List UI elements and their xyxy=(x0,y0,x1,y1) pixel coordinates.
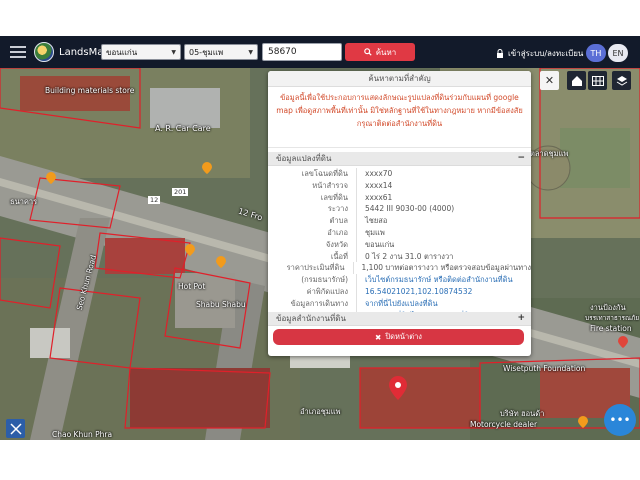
map-label: ธนาคาร xyxy=(10,197,38,206)
row-value: xxxx61 xyxy=(365,192,393,202)
row-value: 5442 III 9030-00 (4000) xyxy=(365,204,455,214)
row-key: ตำบล xyxy=(268,215,357,227)
poi-marker-icon[interactable] xyxy=(185,244,195,256)
close-window-button[interactable]: ✖ ปิดหน้าต่าง xyxy=(273,329,524,345)
parcel-info-row: ระวาง 5442 III 9030-00 (4000) xyxy=(268,203,531,216)
map-label: บรรเทาสาธารณภัย xyxy=(585,314,640,322)
row-link[interactable]: 16.54021021,102.10874532 xyxy=(357,286,472,298)
parcel-info-row: ข้อมูลการเดินทาง จากที่นี่ไปยังแปลงที่ดิน xyxy=(268,297,531,310)
measure-tool-icon[interactable] xyxy=(6,419,25,438)
road-shield: 12 xyxy=(148,196,161,204)
more-options-button[interactable]: ••• xyxy=(604,404,636,436)
poi-marker-icon[interactable] xyxy=(202,162,212,174)
close-window-label: ปิดหน้าต่าง xyxy=(385,332,422,341)
menu-icon[interactable] xyxy=(10,46,26,58)
map-label: A. R. Car Care xyxy=(155,124,211,133)
row-key: จังหวัด xyxy=(268,238,357,251)
map-label: Shabu Shabu xyxy=(196,300,246,309)
parcel-info-table: เลขโฉนดที่ดิน xxxx70 หน้าสำรวจ xxxx14 เลขที่… xyxy=(268,166,531,322)
row-value: 1,100 บาทต่อตารางวา หรือตรวจสอบข้อมูลผ่า… xyxy=(361,263,531,273)
lang-en-button[interactable]: EN xyxy=(608,44,628,62)
map-label: Motorcycle dealer xyxy=(470,420,538,429)
row-link[interactable]: จากที่นี่ไปยังแปลงที่ดิน xyxy=(357,298,438,310)
parcel-info-row: ราคาประเมินที่ดิน 1,100 บาทต่อตารางวา หรื… xyxy=(268,262,531,275)
row-key: ราคาประเมินที่ดิน xyxy=(268,262,354,275)
section-land-office-header[interactable]: ข้อมูลสำนักงานที่ดิน + xyxy=(268,312,531,326)
row-value: ชุมแพ xyxy=(365,227,385,237)
poi-marker-icon[interactable] xyxy=(578,416,588,428)
province-select-value: ขอนแก่น xyxy=(106,47,138,57)
section-parcel-info-header[interactable]: ข้อมูลแปลงที่ดิน − xyxy=(268,152,531,166)
province-select[interactable]: ขอนแก่น ▼ xyxy=(101,44,181,60)
parcel-location-marker-icon[interactable] xyxy=(389,376,407,400)
grid-icon[interactable] xyxy=(588,71,607,90)
road-shield: 201 xyxy=(172,188,189,196)
section-title: ข้อมูลแปลงที่ดิน xyxy=(276,154,332,163)
lang-th-button[interactable]: TH xyxy=(586,44,606,62)
row-key: เลขโฉนดที่ดิน xyxy=(268,168,357,180)
collapse-icon[interactable]: − xyxy=(517,152,525,165)
expand-icon[interactable]: + xyxy=(517,312,525,325)
row-key: ข้อมูลการเดินทาง xyxy=(268,297,357,310)
row-value: 0 ไร่ 2 งาน 31.0 ตารางวา xyxy=(365,251,454,261)
chevron-down-icon: ▼ xyxy=(248,49,253,56)
login-link[interactable]: เข้าสู่ระบบ/ลงทะเบียน xyxy=(496,47,583,60)
row-key: (กรมธนารักษ์) xyxy=(268,274,357,286)
search-icon xyxy=(363,48,372,56)
parcel-info-row: (กรมธนารักษ์) เว็บไซต์กรมธนารักษ์ หรือติด… xyxy=(268,274,531,286)
parcel-number-input[interactable]: 58670 xyxy=(262,43,342,61)
parcel-info-row: ค่าพิกัดแปลง 16.54021021,102.10874532 xyxy=(268,285,531,298)
map-label: Building materials store xyxy=(45,86,135,95)
footer-area xyxy=(0,440,640,480)
search-button[interactable]: ค้นหา xyxy=(345,43,415,61)
row-key: เนื้อที่ xyxy=(268,250,357,263)
row-link[interactable]: เว็บไซต์กรมธนารักษ์ หรือติดต่อสำนักงานที… xyxy=(357,274,513,286)
poi-marker-icon[interactable] xyxy=(618,336,628,348)
poi-marker-icon[interactable] xyxy=(46,172,56,184)
row-value: ขอนแก่น xyxy=(365,239,395,249)
parcel-info-row: ตำบล ไชยสอ xyxy=(268,215,531,227)
row-value: xxxx70 xyxy=(365,169,393,178)
district-select-value: 05-ชุมแพ xyxy=(189,47,224,57)
parcel-info-row: อำเภอ ชุมแพ xyxy=(268,226,531,239)
map-label: Hot Pot xyxy=(178,282,206,291)
search-label: ค้นหา xyxy=(375,47,397,57)
row-key: ระวาง xyxy=(268,203,357,216)
close-icon: ✖ xyxy=(375,332,382,342)
login-label: เข้าสู่ระบบ/ลงทะเบียน xyxy=(508,49,584,58)
row-key: ค่าพิกัดแปลง xyxy=(268,285,357,298)
parcel-info-row: เลขโฉนดที่ดิน xxxx70 xyxy=(268,168,531,180)
close-panel-icon[interactable]: ✕ xyxy=(540,71,559,90)
poi-marker-icon[interactable] xyxy=(216,256,226,268)
home-icon[interactable] xyxy=(567,71,586,90)
district-select[interactable]: 05-ชุมแพ ▼ xyxy=(184,44,258,60)
map-label: Chao Khun Phra xyxy=(52,430,113,439)
row-key: อำเภอ xyxy=(268,226,357,239)
map-label: Wisetputh Foundation xyxy=(503,364,586,373)
map-label: Fire station xyxy=(590,324,632,333)
parcel-info-row: หน้าสำรวจ xxxx14 xyxy=(268,179,531,192)
row-key: เลขที่ดิน xyxy=(268,191,357,204)
parcel-info-row: เนื้อที่ 0 ไร่ 2 งาน 31.0 ตารางวา xyxy=(268,250,531,263)
panel-disclaimer: ข้อมูลนี้เพื่อใช้ประกอบการแสดงลักษณะรูปแ… xyxy=(268,87,531,148)
row-value: ไชยสอ xyxy=(365,216,388,226)
parcel-info-row: เลขที่ดิน xxxx61 xyxy=(268,191,531,204)
map-label: บริษัท ฮอนด้า xyxy=(500,409,545,418)
panel-title: ค้นหาตามที่สำคัญ xyxy=(268,71,531,87)
chevron-down-icon: ▼ xyxy=(171,49,176,56)
map-label: ตลาดชุมแพ xyxy=(530,149,569,158)
section-title: ข้อมูลสำนักงานที่ดิน xyxy=(276,314,346,323)
lock-icon xyxy=(497,49,503,58)
parcel-info-panel: ค้นหาตามที่สำคัญ ข้อมูลนี้เพื่อใช้ประกอบ… xyxy=(268,71,531,356)
parcel-info-row: จังหวัด ขอนแก่น xyxy=(268,238,531,251)
landsmaps-logo xyxy=(34,42,54,62)
map-label: อำเภอชุมแพ xyxy=(300,407,341,416)
layers-icon[interactable] xyxy=(612,71,631,90)
row-value: xxxx14 xyxy=(365,180,393,190)
row-key: หน้าสำรวจ xyxy=(268,179,357,192)
